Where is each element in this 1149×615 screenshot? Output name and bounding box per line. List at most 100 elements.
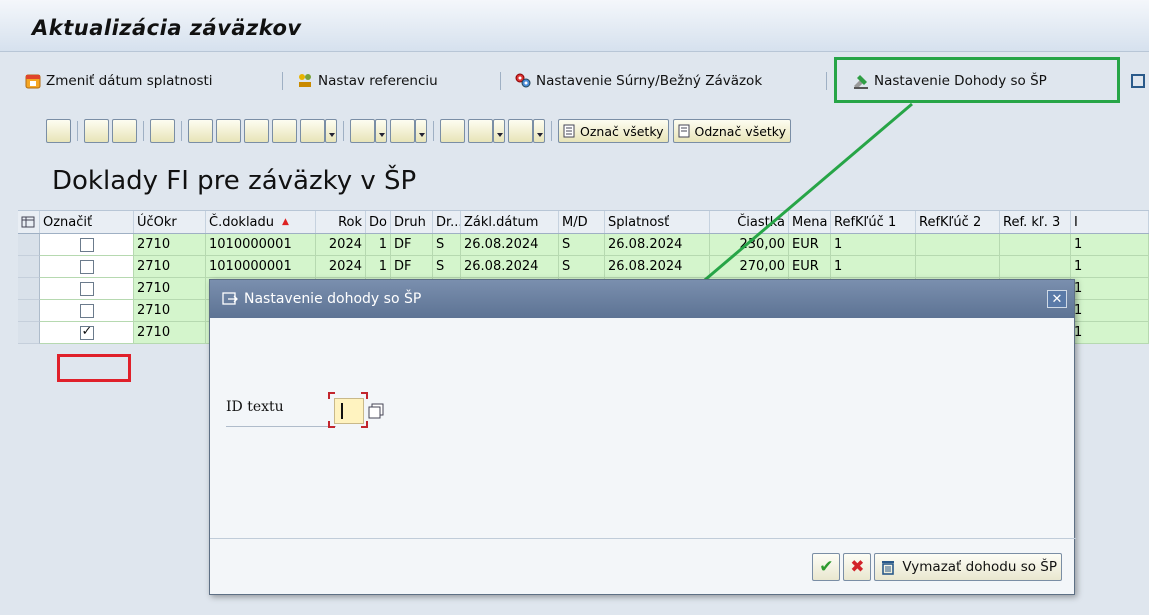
details-icon[interactable] [46,119,71,143]
export-icon[interactable] [468,119,493,143]
cell-currency: EUR [789,256,831,278]
layout-dropdown-icon[interactable] [533,119,545,143]
subtotal-dropdown-icon[interactable] [415,119,427,143]
mark-checkbox[interactable] [79,259,94,274]
sum-icon[interactable] [350,119,375,143]
find-next-icon[interactable] [272,119,297,143]
subtotal-icon[interactable] [390,119,415,143]
calendar-icon [24,72,42,90]
mark-cell[interactable] [40,234,134,256]
mark-checkbox[interactable] [79,303,94,318]
col-header-type[interactable]: Druh [391,211,433,233]
sync-icon[interactable] [112,119,137,143]
find-icon[interactable] [244,119,269,143]
col-header-amount[interactable]: Čiastka [710,211,789,233]
mark-cell[interactable] [40,322,134,344]
cell-document-number: 1010000001 [206,256,316,278]
col-header-mark[interactable]: Označiť [40,211,134,233]
trash-icon [879,558,897,576]
filter-dropdown-icon[interactable] [325,119,337,143]
row-selector[interactable] [18,300,40,322]
cell-company-code: 2710 [134,278,206,300]
col-header-year[interactable]: Rok [316,211,366,233]
toolbar-separator [282,72,283,90]
cancel-button[interactable]: ✖ [843,553,872,581]
col-header-dr[interactable]: Dr... [433,211,461,233]
deselect-all-button[interactable]: Odznač všetky [672,119,791,143]
mark-cell[interactable] [40,300,134,322]
row-selector[interactable] [18,256,40,278]
cell-due-date: 26.08.2024 [605,256,710,278]
col-header-more[interactable]: I [1071,211,1149,233]
sort-descending-icon[interactable] [216,119,241,143]
undo-icon[interactable] [150,119,175,143]
toolbar-separator [433,121,434,141]
col-header-refkey1[interactable]: RefKľúč 1 [831,211,916,233]
sum-dropdown-icon[interactable] [375,119,387,143]
filter-icon [1130,72,1148,90]
print-icon[interactable] [440,119,465,143]
col-header-do[interactable]: Do [366,211,391,233]
delete-agreement-button[interactable]: Vymazať dohodu so ŠP [874,553,1062,581]
cell-base-date: 26.08.2024 [461,256,559,278]
dialog-title: Nastavenie dohody so ŠP [244,291,422,307]
cell-debit-credit: S [559,234,605,256]
layout-settings-icon[interactable] [18,211,40,233]
mark-cell[interactable] [40,256,134,278]
highlight-checked-row [57,354,131,382]
cell-do: 1 [366,234,391,256]
set-reference-button[interactable]: Nastav referenciu [296,66,438,96]
export-dropdown-icon[interactable] [493,119,505,143]
dialog-buttons: ✔ ✖ Vymazať dohodu so ŠP [812,553,1062,581]
window-title: Aktualizácia záväzkov [32,16,302,40]
close-icon[interactable]: ✕ [1047,290,1067,308]
filter-icon[interactable] [300,119,325,143]
layout-icon[interactable] [508,119,533,143]
settings-icon [514,72,532,90]
mark-checkbox[interactable] [79,281,94,296]
table-row[interactable]: 2710 1010000001 2024 1 DF S 26.08.2024 S… [18,234,1149,256]
change-due-date-label: Zmeniť dátum splatnosti [46,73,213,89]
sort-ascending-icon[interactable] [188,119,213,143]
toolbar-separator [551,121,552,141]
change-due-date-button[interactable]: Zmeniť dátum splatnosti [24,66,213,96]
cell-do: 1 [366,256,391,278]
footer-divider [210,538,1076,539]
cell-base-date: 26.08.2024 [461,234,559,256]
focus-corner [328,421,335,428]
overflow-icon[interactable] [1130,66,1148,96]
checkmark-icon: ✔ [819,557,834,577]
toolbar-separator [500,72,501,90]
mark-checkbox[interactable] [79,237,94,252]
cell-year: 2024 [316,234,366,256]
refresh-icon[interactable] [84,119,109,143]
col-header-document-number[interactable]: Č.dokladu ▲ [206,211,316,233]
row-selector[interactable] [18,322,40,344]
select-all-label: Označ všetky [580,123,664,139]
col-header-currency[interactable]: Mena [789,211,831,233]
col-header-refkey2[interactable]: RefKľúč 2 [916,211,1000,233]
mark-cell[interactable] [40,278,134,300]
cell-due-date: 26.08.2024 [605,234,710,256]
row-selector[interactable] [18,278,40,300]
grid-header-row: Označiť ÚčOkr Č.dokladu ▲ Rok Do Druh Dr… [18,210,1149,234]
table-row[interactable]: 2710 1010000001 2024 1 DF S 26.08.2024 S… [18,256,1149,278]
grid-toolbar: Označ všetky Odznač všetky [46,116,795,146]
col-header-company-code[interactable]: ÚčOkr [134,211,206,233]
cell-more: 1 [1071,256,1149,278]
field-underline [226,426,336,427]
col-header-refkey3[interactable]: Ref. kľ. 3 [1000,211,1071,233]
cell-more: 1 [1071,234,1149,256]
mark-checkbox-checked[interactable] [79,324,94,340]
reference-icon [296,72,314,90]
text-id-input[interactable] [334,398,364,424]
value-help-icon[interactable] [367,402,385,420]
row-selector[interactable] [18,234,40,256]
col-header-debit-credit[interactable]: M/D [559,211,605,233]
confirm-button[interactable]: ✔ [812,553,841,581]
select-all-button[interactable]: Označ všetky [558,119,669,143]
col-header-base-date[interactable]: Zákl.dátum [461,211,559,233]
col-header-due-date[interactable]: Splatnosť [605,211,710,233]
set-reference-label: Nastav referenciu [318,73,438,89]
urgent-normal-setting-button[interactable]: Nastavenie Súrny/Bežný Záväzok [514,66,762,96]
